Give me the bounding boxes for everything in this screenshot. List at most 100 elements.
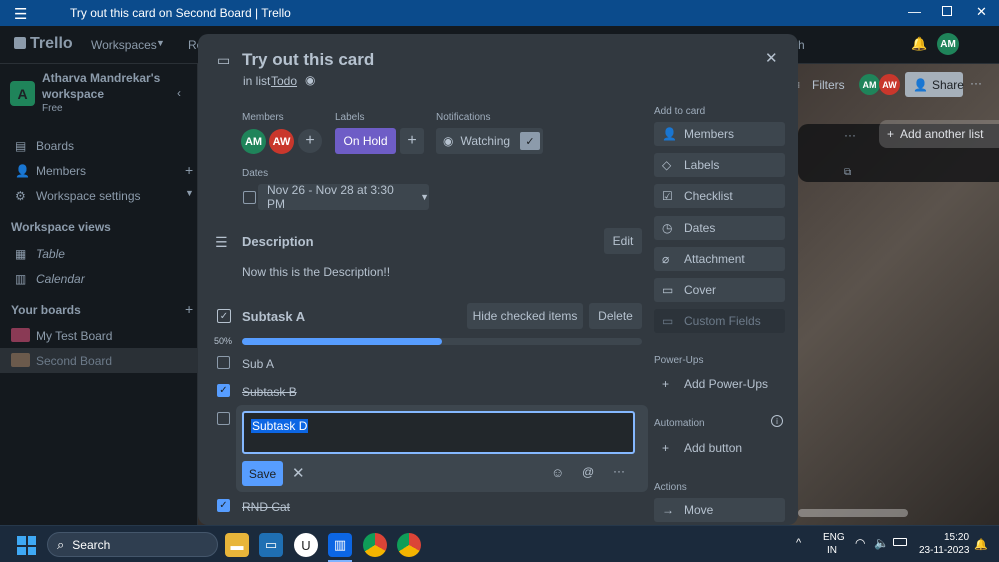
dates-sidebar-button[interactable]: ◷ Dates xyxy=(654,216,785,240)
close-window-icon[interactable]: ✕ xyxy=(976,4,987,20)
app-icon[interactable]: U xyxy=(294,533,318,557)
user-avatar[interactable]: AM xyxy=(937,33,959,55)
checklist-item-checkbox[interactable] xyxy=(217,356,230,369)
save-button[interactable]: Save xyxy=(242,461,283,486)
table-icon: ▦ xyxy=(15,247,27,261)
window-title: Try out this card on Second Board | Trel… xyxy=(70,6,291,20)
more-options-icon[interactable]: ··· xyxy=(613,464,625,478)
add-automation-button[interactable]: + Add button xyxy=(654,436,785,460)
checklist-item-checkbox[interactable] xyxy=(217,412,230,425)
board-scrollbar[interactable] xyxy=(798,509,908,517)
card-title[interactable]: Try out this card xyxy=(242,50,374,70)
add-to-card-header: Add to card xyxy=(654,106,706,117)
sidebar-item-members[interactable]: Members xyxy=(36,164,86,178)
checklist-title[interactable]: Subtask A xyxy=(242,309,305,324)
minimize-icon[interactable]: — xyxy=(908,4,921,19)
add-member-icon[interactable]: + xyxy=(185,162,193,178)
checklist-item-textarea[interactable]: Subtask D xyxy=(242,411,635,454)
checklist-sidebar-button[interactable]: ☑ Checklist xyxy=(654,184,785,208)
checklist-item[interactable]: Subtask B xyxy=(242,385,297,399)
sidebar-item-workspace-settings[interactable]: Workspace settings xyxy=(36,189,141,203)
share-button[interactable]: 👤 Share xyxy=(905,72,964,97)
collapse-sidebar-icon[interactable]: ‹ xyxy=(177,86,181,100)
labels-sidebar-button[interactable]: ◇ Labels xyxy=(654,153,785,177)
gear-icon: ⚙ xyxy=(15,189,26,203)
delete-checklist-button[interactable]: Delete xyxy=(589,303,642,329)
add-list-button[interactable]: + Add another list xyxy=(879,120,999,148)
person-icon: 👤 xyxy=(662,127,677,141)
cover-sidebar-button[interactable]: ▭ Cover xyxy=(654,278,785,302)
filters-button[interactable]: Filters xyxy=(812,78,845,92)
sidebar-view-table[interactable]: Table xyxy=(36,247,65,261)
hide-checked-items-button[interactable]: Hide checked items xyxy=(467,303,583,329)
board-thumbnail xyxy=(11,328,30,342)
chevron-down-icon[interactable]: ▼ xyxy=(185,188,194,198)
sidebar-board-my-test-board[interactable]: My Test Board xyxy=(36,329,112,343)
battery-icon[interactable] xyxy=(893,538,907,546)
attachment-sidebar-button[interactable]: ⌀ Attachment xyxy=(654,247,785,271)
checklist-item-checkbox[interactable]: ✓ xyxy=(217,384,230,397)
chevron-up-icon[interactable]: ^ xyxy=(796,537,801,549)
add-board-icon[interactable]: + xyxy=(185,301,193,317)
chevron-down-icon: ▼ xyxy=(156,38,165,48)
add-label-button[interactable]: + xyxy=(400,128,424,154)
plus-icon: + xyxy=(662,377,670,391)
plus-icon: + xyxy=(887,127,895,141)
clock-time[interactable]: 15:20 xyxy=(944,532,969,543)
taskbar-search[interactable]: ⌕ Search xyxy=(47,532,218,557)
trello-logo[interactable]: Trello xyxy=(30,35,73,53)
member-avatar-am[interactable]: AM xyxy=(241,129,266,154)
description-text[interactable]: Now this is the Description!! xyxy=(242,265,390,279)
list-link[interactable]: Todo xyxy=(271,74,297,88)
wifi-icon[interactable]: ◠ xyxy=(855,536,865,550)
info-icon[interactable]: i xyxy=(771,415,783,427)
volume-icon[interactable]: 🔈 xyxy=(874,536,889,550)
description-icon: ☰ xyxy=(215,234,228,250)
desktop-icon[interactable]: ▭ xyxy=(259,533,283,557)
sidebar-board-second-board[interactable]: Second Board xyxy=(36,354,112,368)
workspace-avatar[interactable]: A xyxy=(10,81,35,106)
maximize-icon[interactable] xyxy=(942,6,952,16)
members-label: Members xyxy=(242,112,284,123)
checklist-progress-label: 50% xyxy=(214,336,233,346)
list-menu-icon[interactable]: ··· xyxy=(844,128,856,142)
notifications-bell-icon[interactable]: 🔔 xyxy=(911,36,927,52)
emoji-icon[interactable]: ☺ xyxy=(551,465,564,480)
sidebar-view-calendar[interactable]: Calendar xyxy=(36,272,85,286)
label-on-hold[interactable]: On Hold xyxy=(335,128,396,154)
add-member-button[interactable]: + xyxy=(298,129,322,153)
due-date-checkbox[interactable] xyxy=(243,191,256,204)
notification-center-icon[interactable]: 🔔 xyxy=(974,538,988,551)
chrome-icon[interactable] xyxy=(397,533,421,557)
board-member-avatar[interactable]: AW xyxy=(879,74,900,95)
board-member-avatar[interactable]: AM xyxy=(859,74,880,95)
trello-app-icon[interactable]: ▥ xyxy=(328,533,352,557)
mention-icon[interactable]: @ xyxy=(582,465,594,479)
tag-icon: ◇ xyxy=(662,158,672,172)
checklist-item-checkbox[interactable]: ✓ xyxy=(217,499,230,512)
sidebar-item-boards[interactable]: Boards xyxy=(36,139,74,153)
add-power-ups-button[interactable]: + Add Power-Ups xyxy=(654,372,785,396)
close-icon[interactable]: ✕ xyxy=(765,49,778,67)
edit-description-button[interactable]: Edit xyxy=(604,228,642,254)
more-icon[interactable]: ··· xyxy=(970,76,982,90)
chrome-icon[interactable] xyxy=(363,533,387,557)
workspaces-menu[interactable]: Workspaces xyxy=(91,38,157,52)
move-button[interactable]: → Move xyxy=(654,498,785,522)
member-avatar-aw[interactable]: AW xyxy=(269,129,294,154)
search-field[interactable]: h xyxy=(798,38,805,52)
checklist-item[interactable]: RND Cat xyxy=(242,500,290,514)
close-icon[interactable]: ✕ xyxy=(292,464,305,482)
plus-icon: + xyxy=(662,441,670,455)
dates-button[interactable]: Nov 26 - Nov 28 at 3:30 PM ▼ xyxy=(258,183,429,211)
members-sidebar-button[interactable]: 👤 Members xyxy=(654,122,785,146)
template-icon[interactable]: ⧉ xyxy=(844,167,851,178)
boards-icon: ▤ xyxy=(15,139,27,153)
custom-fields-sidebar-button[interactable]: ▭ Custom Fields xyxy=(654,309,785,333)
checklist-item[interactable]: Sub A xyxy=(242,357,274,371)
windows-start-icon[interactable] xyxy=(17,536,36,555)
file-explorer-icon[interactable]: ▬ xyxy=(225,533,249,557)
language-indicator[interactable]: ENG xyxy=(823,532,845,543)
hamburger-menu-icon[interactable]: ☰ xyxy=(14,5,27,23)
card-icon: ▭ xyxy=(217,52,231,68)
